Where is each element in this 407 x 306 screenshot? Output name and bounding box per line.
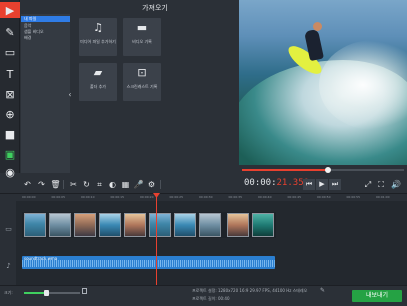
timeline-ruler[interactable]: 00:00:00 00:00:05 00:00:10 00:00:15 00:00:20… — [0, 193, 407, 201]
zoom-slider[interactable] — [24, 290, 80, 296]
add-folder-button[interactable]: ▰ 폴더 추가 — [79, 63, 117, 101]
project-settings: 프로젝트 설정: 1280x720 16:9 29.97 FPS, 44100 … — [192, 288, 308, 293]
magic-wand-icon[interactable]: ✎ — [2, 24, 18, 40]
ruler-tick-label: 00:00:50 — [317, 195, 331, 199]
volume-icon[interactable]: 🔊 — [391, 179, 401, 190]
video-editor-window: ▶ ✎ ▭ T ⊠ ⊕ ■ ▣ ◉ 가져오기 내 파일 음악 샘플 비디오 배경… — [0, 0, 407, 306]
record-screencast-button[interactable]: ⊡ 스크린캐스트 기록 — [123, 63, 161, 101]
video-track-icon: ▭ — [5, 225, 12, 233]
video-clip[interactable] — [99, 213, 121, 237]
collapse-sidebar-icon[interactable]: ‹ — [66, 90, 74, 100]
snapshot-icon[interactable]: ⤢ — [363, 179, 373, 190]
music-track-icon: ♪ — [6, 262, 11, 270]
video-clip[interactable] — [199, 213, 221, 237]
next-frame-icon[interactable]: ⏭ — [329, 179, 341, 190]
play-icon[interactable]: ▶ — [316, 179, 328, 190]
video-camera-icon: ▬ — [136, 21, 148, 34]
audio-clip[interactable]: soundtrack.wma — [22, 256, 275, 269]
fit-zoom-icon[interactable] — [82, 288, 87, 294]
category-backgrounds[interactable]: 배경 — [21, 35, 70, 41]
transitions-icon[interactable]: ⊠ — [2, 86, 18, 102]
image-icon[interactable]: ▦ — [120, 179, 131, 190]
panel-title: 가져오기 — [142, 4, 168, 12]
playhead[interactable] — [156, 194, 157, 285]
add-media-files-button[interactable]: ♫ 미디어 파일 추가하기 — [79, 18, 117, 56]
rotate-icon[interactable]: ↻ — [81, 179, 92, 190]
microphone-icon[interactable]: 🎤 — [133, 179, 144, 190]
ruler-tick-label: 00:00:55 — [346, 195, 360, 199]
zoom-slider-handle[interactable] — [44, 290, 49, 296]
more-tools-icon[interactable]: ▣ — [2, 146, 18, 162]
left-toolbar: ▶ ✎ ▭ T ⊠ ⊕ ■ ▣ ◉ — [0, 0, 20, 178]
ruler-tick-label: 00:00:40 — [258, 195, 272, 199]
delete-icon[interactable]: 🗑 — [50, 179, 61, 190]
project-length: 프로젝트 길이: 00:40 — [192, 296, 230, 301]
ruler-tick-label: 00:00:00 — [22, 195, 36, 199]
timecode: 00:00:21.350 — [244, 178, 310, 188]
project-settings-icon[interactable]: ✎ — [320, 287, 325, 294]
zoom-icon[interactable]: ⊕ — [2, 106, 18, 122]
ruler-tick-label: 00:00:15 — [110, 195, 124, 199]
ruler-tick-label: 00:01:00 — [376, 195, 390, 199]
audio-tools-icon[interactable]: ◉ — [2, 164, 18, 180]
record-video-button[interactable]: ▬ 비디오 기록 — [123, 18, 161, 56]
ruler-tick-label: 00:00:05 — [51, 195, 65, 199]
filters-icon[interactable]: ▭ — [2, 44, 18, 60]
export-button[interactable]: 내보내기 — [352, 290, 402, 302]
video-clip[interactable] — [74, 213, 96, 237]
previous-frame-icon[interactable]: ⏮ — [303, 179, 315, 190]
ruler-tick-label: 00:00:25 — [169, 195, 183, 199]
screencast-icon: ⊡ — [137, 66, 147, 79]
video-clip[interactable] — [149, 213, 171, 237]
zoom-label: 크기: — [4, 290, 13, 295]
video-clip[interactable] — [174, 213, 196, 237]
video-track[interactable] — [22, 212, 276, 238]
scrubber-handle[interactable] — [324, 167, 331, 173]
video-preview[interactable] — [239, 0, 407, 165]
ruler-tick-label: 00:00:10 — [81, 195, 95, 199]
folder-icon: ▰ — [93, 66, 103, 79]
category-list: 내 파일 음악 샘플 비디오 배경 — [21, 14, 70, 173]
video-clip[interactable] — [24, 213, 46, 237]
stickers-icon[interactable]: ■ — [2, 126, 18, 142]
video-clip[interactable] — [227, 213, 249, 237]
cut-icon[interactable]: ✂ — [68, 179, 79, 190]
ruler-tick-label: 00:00:30 — [199, 195, 213, 199]
media-file-icon: ♫ — [93, 21, 103, 34]
audio-clip-name: soundtrack.wma — [24, 256, 58, 261]
video-clip[interactable] — [252, 213, 274, 237]
settings-icon[interactable]: ⚙ — [146, 179, 157, 190]
preview-scrubber[interactable] — [242, 167, 404, 173]
video-clip[interactable] — [49, 213, 71, 237]
redo-icon[interactable]: ↷ — [36, 179, 47, 190]
crop-icon[interactable]: ⌗ — [94, 179, 105, 190]
ruler-tick-label: 00:00:35 — [228, 195, 242, 199]
undo-icon[interactable]: ↶ — [22, 179, 33, 190]
video-clip[interactable] — [124, 213, 146, 237]
titles-icon[interactable]: T — [2, 66, 18, 82]
category-my-files[interactable]: 내 파일 — [21, 16, 70, 22]
ruler-tick-label: 00:00:45 — [287, 195, 301, 199]
color-adjust-icon[interactable]: ◐ — [107, 179, 118, 190]
import-tool-icon[interactable]: ▶ — [0, 2, 20, 18]
fullscreen-icon[interactable]: ⛶ — [376, 179, 386, 190]
track-header: ▭ ♪ — [0, 201, 16, 285]
ruler-tick-label: 00:00:20 — [140, 195, 154, 199]
